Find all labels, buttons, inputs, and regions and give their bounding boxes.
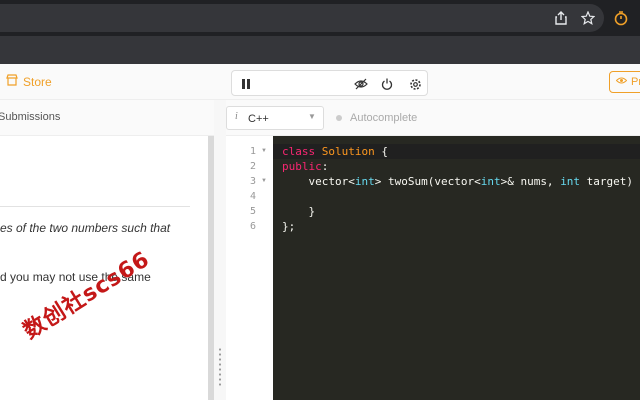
premium-label: Pr [631, 76, 640, 88]
code-line: class Solution { [282, 145, 388, 158]
language-select[interactable]: i C++ ▼ [226, 106, 324, 130]
tab-submissions[interactable]: Submissions [0, 111, 60, 123]
divider [0, 206, 190, 207]
info-icon: i [235, 111, 238, 122]
browser-toolbar [0, 0, 640, 36]
fold-arrow-icon[interactable]: ▼ [261, 148, 267, 154]
line-number-gutter: 1 ▼ 2 3 ▼ 4 5 6 [226, 136, 273, 400]
language-label: C++ [248, 113, 269, 125]
fold-arrow-icon[interactable]: ▼ [261, 178, 267, 184]
description-line: es of the two numbers such that [0, 221, 171, 235]
gear-icon[interactable] [405, 74, 425, 94]
star-icon[interactable] [578, 8, 598, 28]
left-tab-bar: Submissions [0, 100, 218, 136]
power-icon[interactable] [377, 74, 397, 94]
line-number: 1 [250, 146, 257, 157]
line-number: 3 [250, 176, 257, 187]
chevron-down-icon: ▼ [308, 112, 316, 121]
browser-bookmarks-bar [0, 36, 640, 64]
code-line: vector<int> twoSum(vector<int>& nums, in… [282, 175, 640, 188]
store-link[interactable]: Store [6, 74, 52, 89]
store-icon [6, 74, 18, 89]
pause-icon[interactable] [236, 74, 256, 94]
store-label: Store [23, 74, 52, 89]
timer-controls [231, 70, 428, 96]
autocomplete-toggle[interactable]: Autocomplete [336, 112, 417, 124]
status-dot-icon [336, 115, 342, 121]
share-icon[interactable] [551, 8, 571, 28]
app-header: Store Pr [0, 64, 640, 100]
timer-icon[interactable] [611, 8, 631, 28]
premium-button[interactable]: Pr [609, 71, 640, 93]
code-editor[interactable]: class Solution { public: vector<int> two… [273, 136, 640, 400]
eye-icon [615, 76, 628, 88]
editor-toolbar: i C++ ▼ Autocomplete [226, 100, 640, 136]
line-number: 5 [250, 206, 257, 217]
eye-off-icon[interactable] [351, 74, 371, 94]
code-line: } [282, 205, 316, 218]
address-bar[interactable] [0, 4, 604, 32]
line-number: 2 [250, 161, 257, 172]
drag-handle-icon[interactable] [219, 347, 221, 387]
code-line: }; [282, 220, 296, 233]
line-number: 6 [250, 221, 257, 232]
line-number: 4 [250, 191, 257, 202]
code-line: public: [282, 160, 329, 173]
autocomplete-label: Autocomplete [350, 112, 418, 124]
